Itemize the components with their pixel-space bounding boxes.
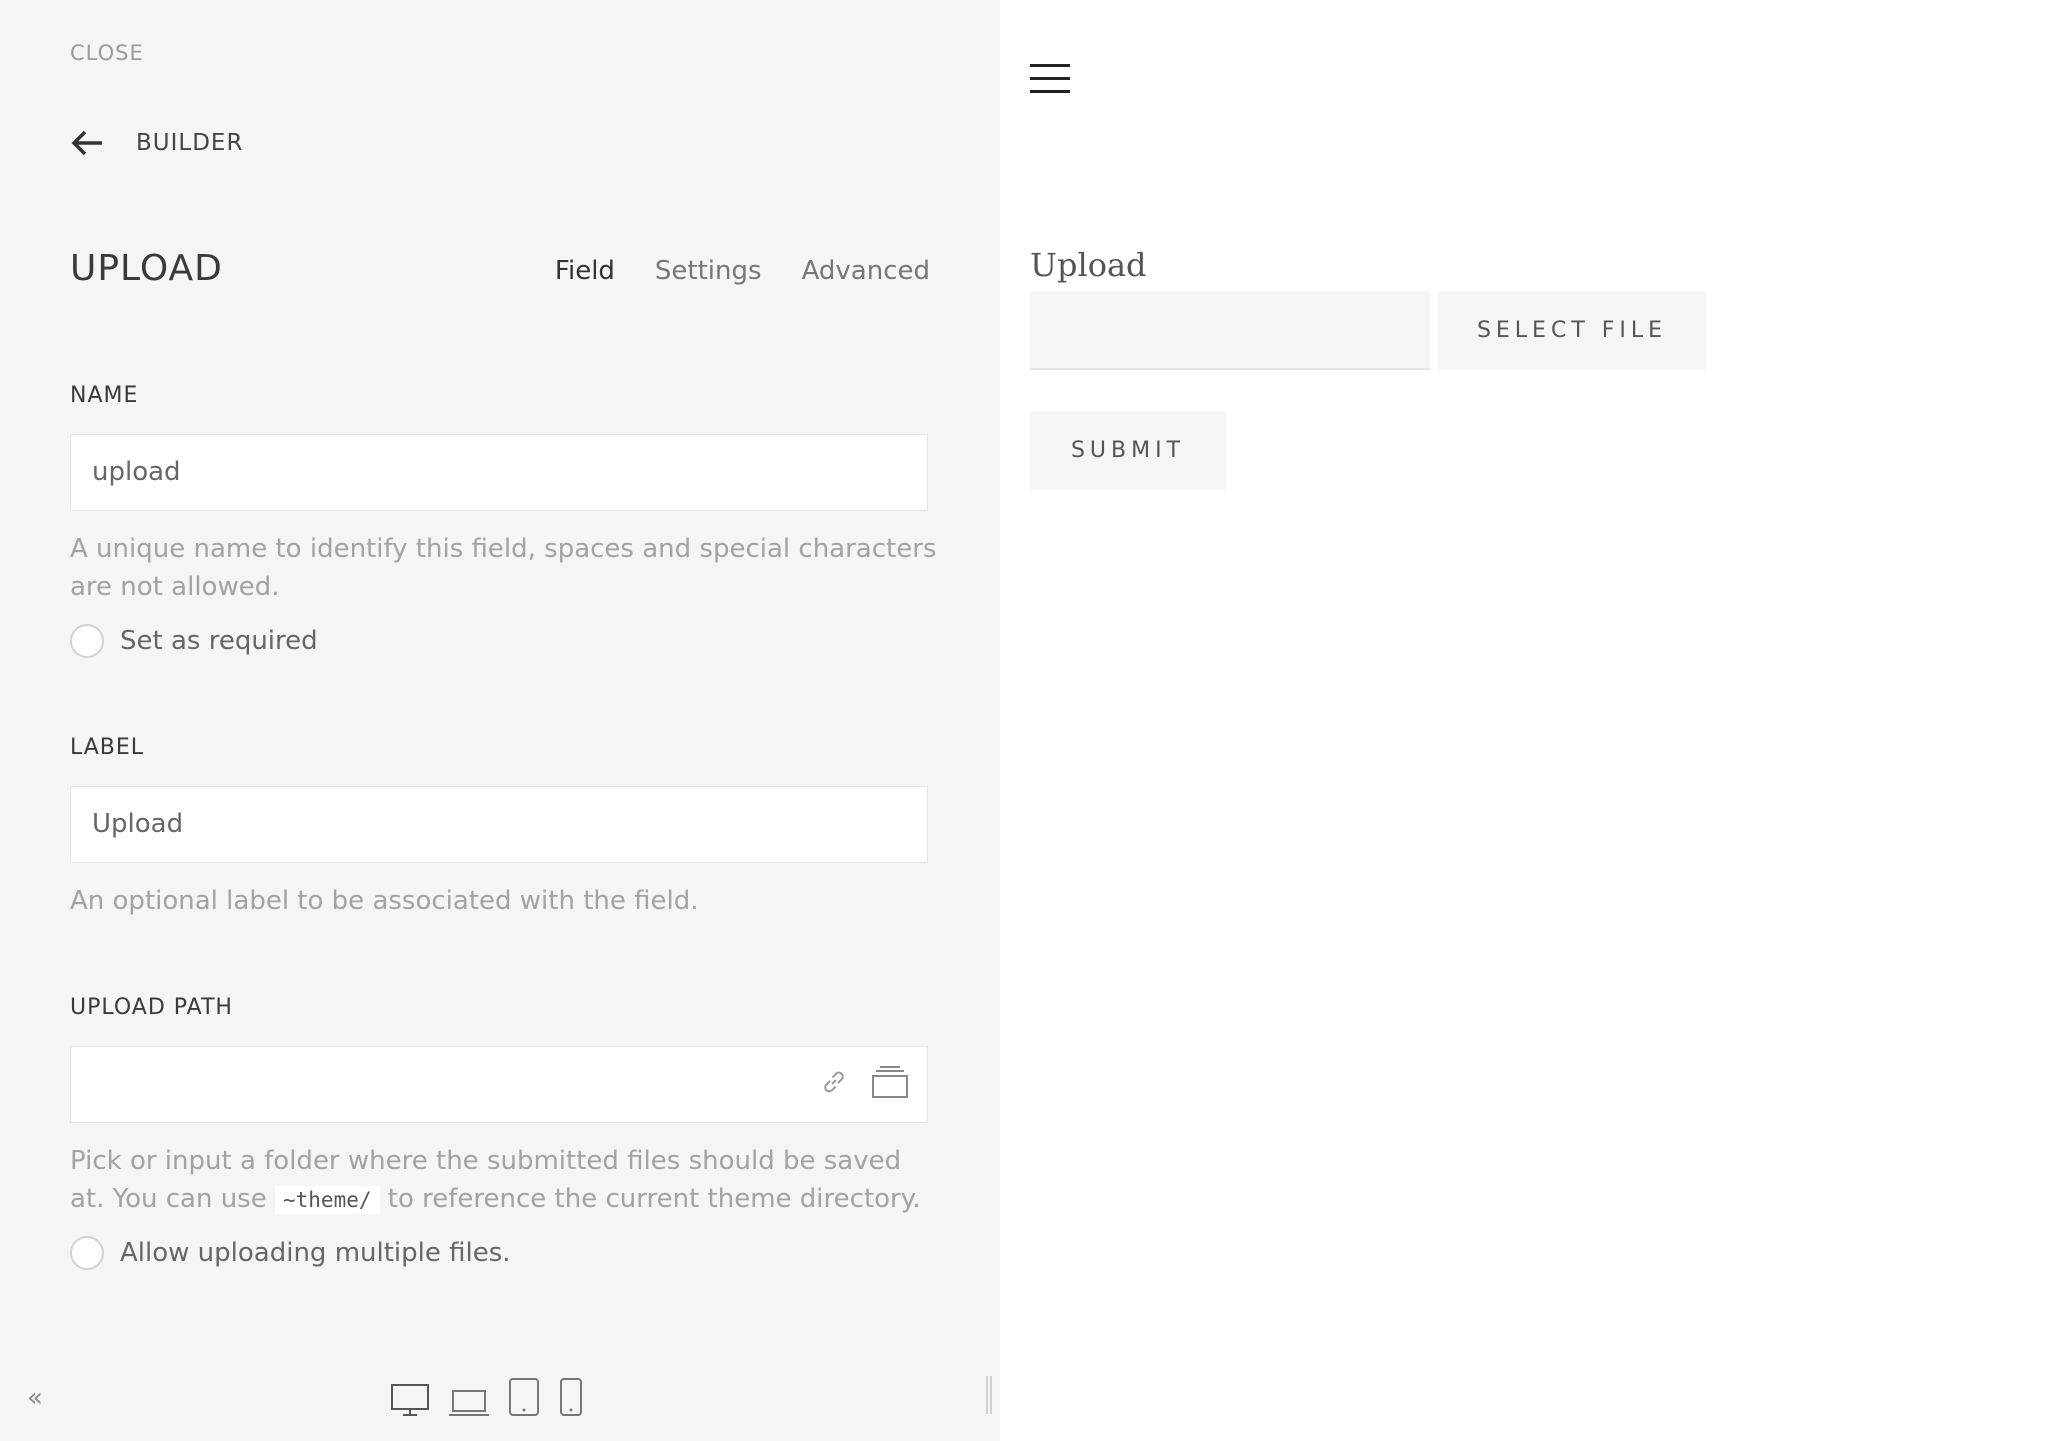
set-as-required-checkbox[interactable]: Set as required (70, 624, 318, 658)
menu-icon[interactable] (1030, 64, 1070, 94)
upload-path-help-text: Pick or input a folder where the submitt… (70, 1142, 940, 1219)
folder-picker-icon[interactable] (871, 1065, 909, 1099)
name-field-label: NAME (70, 383, 139, 408)
name-input[interactable]: upload (70, 434, 928, 511)
preview-file-input[interactable] (1030, 291, 1430, 370)
tab-field[interactable]: Field (555, 256, 615, 286)
required-label: Set as required (120, 626, 318, 656)
theme-path-code: ~theme/ (275, 1186, 380, 1214)
preview-upload-label: Upload (1030, 246, 1147, 284)
arrow-left-icon (71, 130, 102, 156)
upload-path-input[interactable] (70, 1046, 928, 1123)
collapse-panel-button[interactable]: « (27, 1383, 43, 1413)
label-input[interactable]: Upload (70, 786, 928, 863)
allow-multiple-files-checkbox[interactable]: Allow uploading multiple files. (70, 1236, 511, 1270)
label-field-label: LABEL (70, 735, 145, 760)
builder-panel: CLOSE BUILDER UPLOAD Field Settings Adva… (0, 0, 1000, 1441)
phone-icon[interactable] (558, 1377, 584, 1417)
submit-button[interactable]: SUBMIT (1030, 411, 1226, 490)
panel-title: UPLOAD (70, 248, 223, 289)
label-help-text: An optional label to be associated with … (70, 886, 699, 916)
upload-path-actions (819, 1065, 909, 1099)
tab-settings[interactable]: Settings (655, 256, 762, 286)
back-to-builder-button[interactable]: BUILDER (70, 125, 243, 161)
back-label: BUILDER (136, 130, 244, 156)
link-icon[interactable] (819, 1067, 849, 1097)
panel-resize-handle[interactable] (986, 1376, 992, 1414)
laptop-icon[interactable] (448, 1387, 490, 1417)
tablet-icon[interactable] (508, 1377, 540, 1417)
close-button[interactable]: CLOSE (70, 41, 144, 65)
name-help-text: A unique name to identify this field, sp… (70, 534, 937, 602)
upload-path-field-label: UPLOAD PATH (70, 995, 233, 1020)
desktop-icon[interactable] (390, 1383, 430, 1417)
upload-path-help-after: to reference the current theme directory… (387, 1184, 921, 1214)
select-file-button[interactable]: SELECT FILE (1438, 291, 1706, 370)
multiple-files-radio[interactable] (70, 1236, 104, 1270)
tab-advanced[interactable]: Advanced (802, 256, 930, 286)
panel-tabs: Field Settings Advanced (555, 256, 930, 286)
multiple-files-label: Allow uploading multiple files. (120, 1238, 511, 1268)
required-radio[interactable] (70, 624, 104, 658)
device-switcher (390, 1377, 584, 1417)
